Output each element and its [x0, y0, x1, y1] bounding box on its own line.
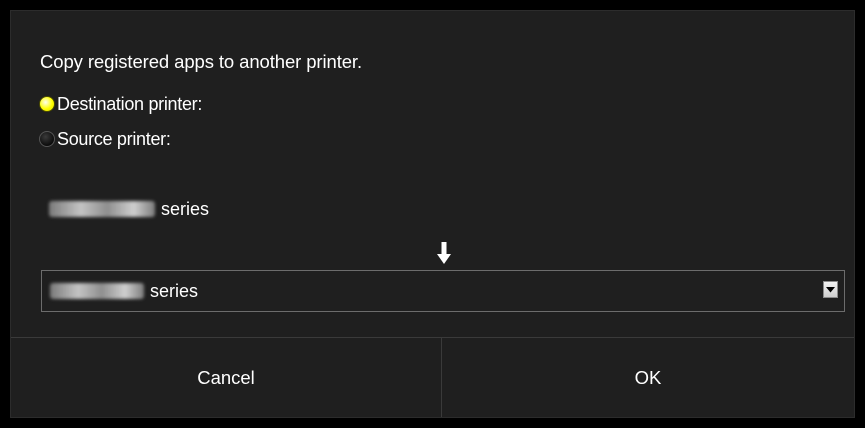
- redacted-model-name: [50, 283, 144, 299]
- copy-apps-dialog: Copy registered apps to another printer.…: [0, 0, 865, 428]
- redacted-model-name: [49, 201, 155, 217]
- radio-label-source: Source printer:: [57, 128, 171, 149]
- radio-unselected-icon[interactable]: [39, 131, 55, 147]
- ok-button[interactable]: OK: [442, 338, 854, 417]
- source-printer-series-label: series: [161, 198, 210, 219]
- dialog-heading: Copy registered apps to another printer.: [40, 51, 362, 72]
- radio-destination-printer[interactable]: Destination printer:: [39, 92, 202, 116]
- arrow-down-icon: [434, 242, 454, 268]
- destination-printer-select[interactable]: series: [41, 270, 845, 312]
- select-series-label: series: [150, 280, 199, 301]
- dropdown-arrow-icon[interactable]: [823, 281, 838, 298]
- source-printer-name: series: [49, 197, 209, 221]
- dialog-panel: Copy registered apps to another printer.…: [10, 10, 855, 418]
- cancel-button[interactable]: Cancel: [11, 338, 441, 417]
- radio-label-destination: Destination printer:: [57, 93, 203, 114]
- radio-selected-icon[interactable]: [39, 96, 55, 112]
- select-current-value: series: [50, 281, 198, 302]
- radio-source-printer[interactable]: Source printer:: [39, 127, 171, 151]
